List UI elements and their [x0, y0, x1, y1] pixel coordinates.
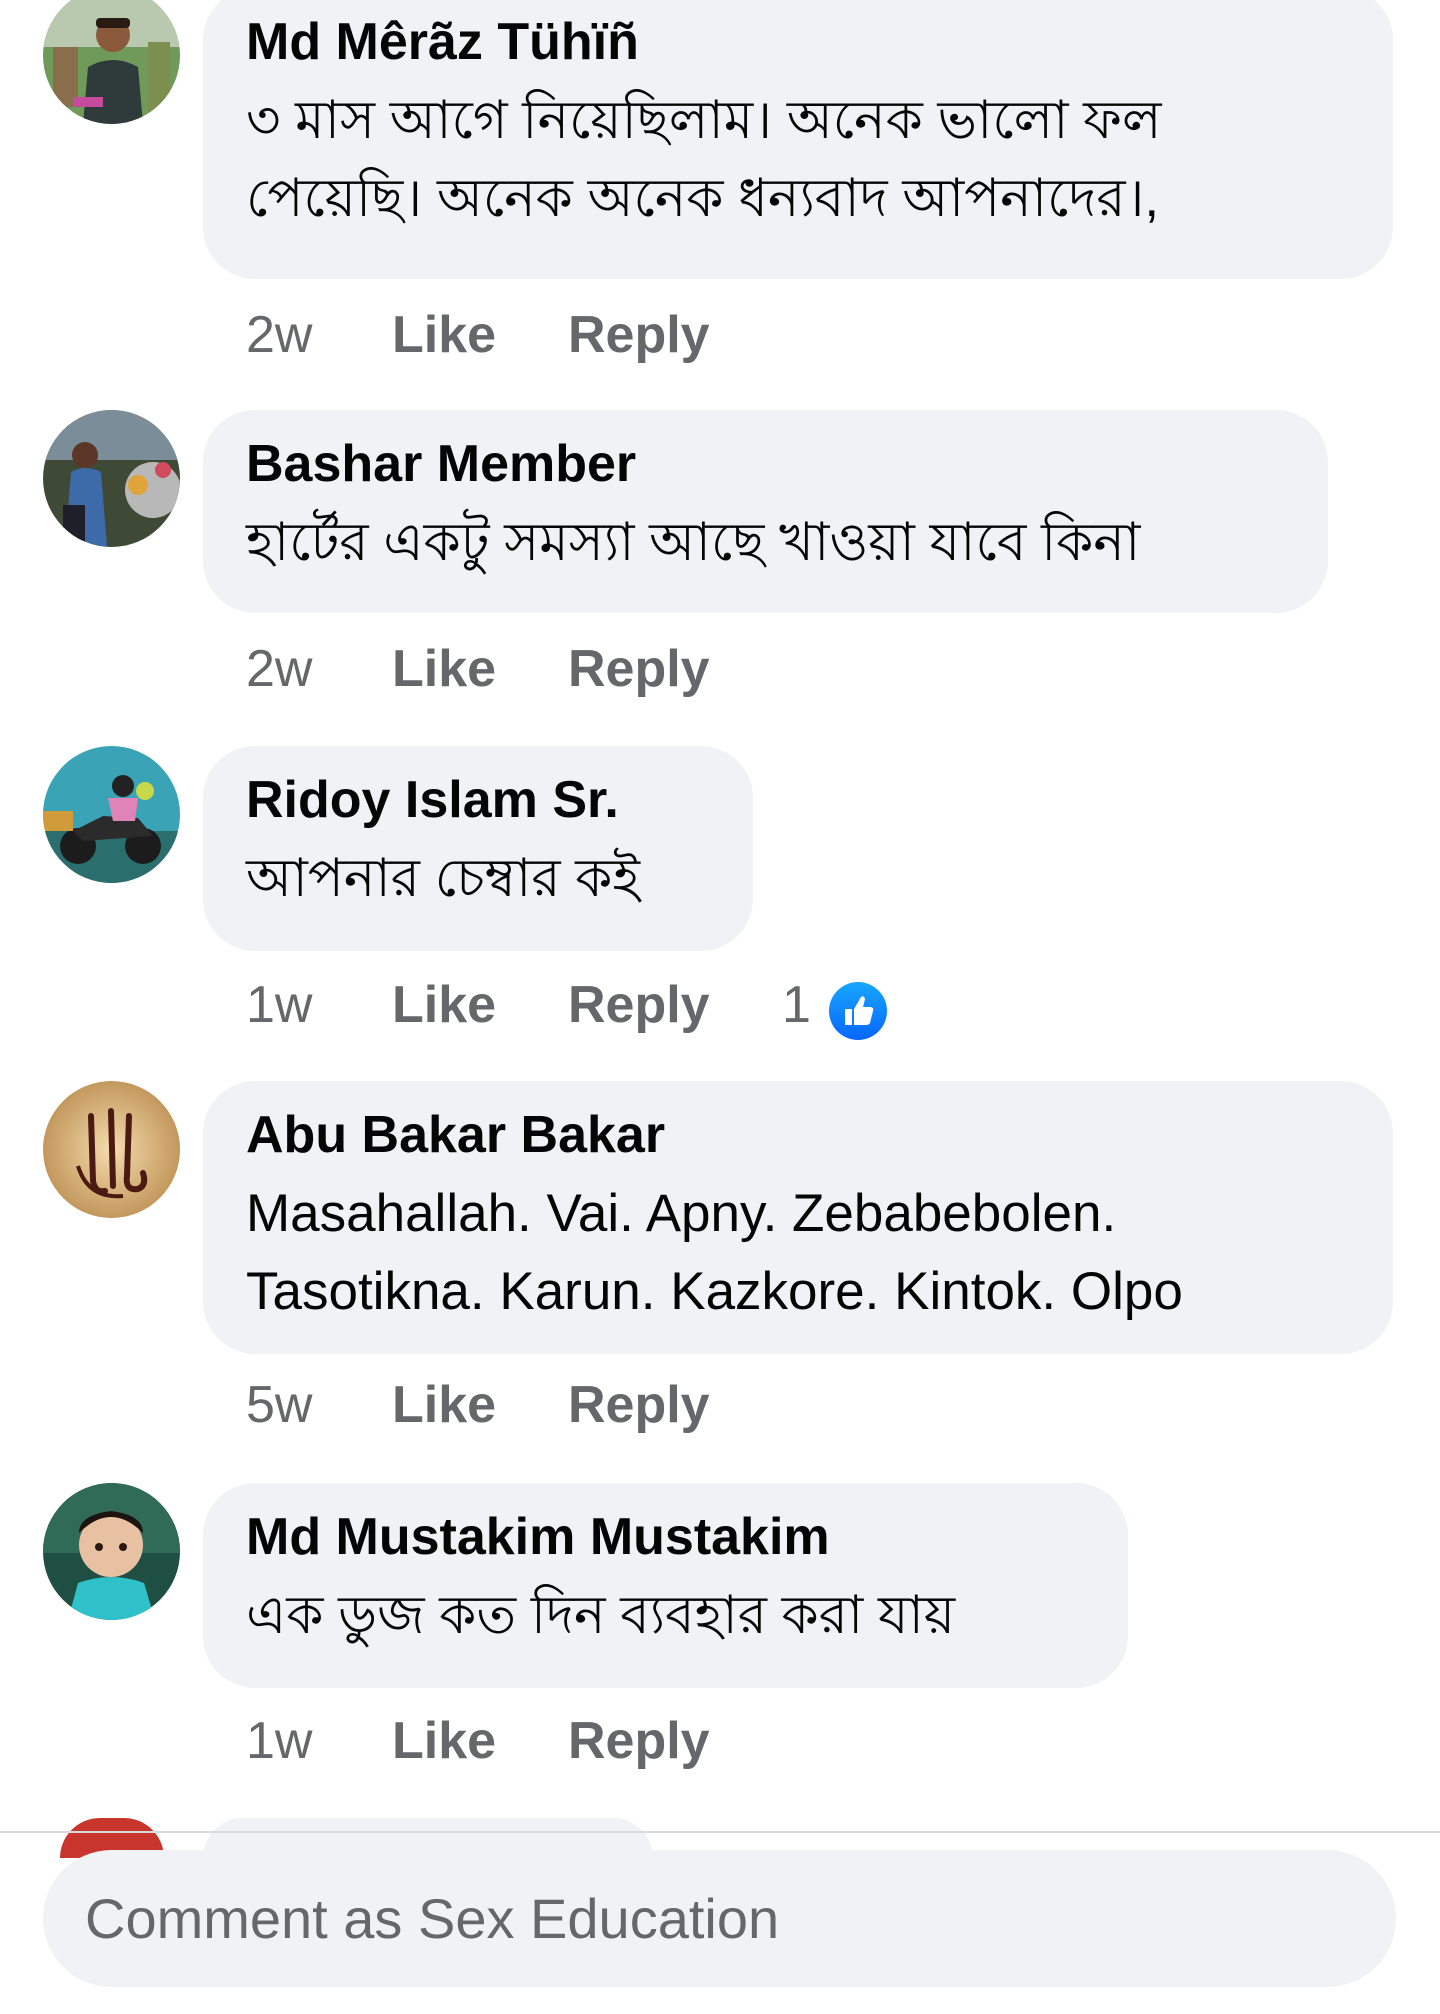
child-photo-icon: [43, 1483, 180, 1620]
like-button[interactable]: Like: [392, 300, 496, 370]
comment-timestamp[interactable]: 2w: [246, 634, 312, 704]
comment-timestamp[interactable]: 2w: [246, 300, 312, 370]
like-button[interactable]: Like: [392, 1370, 496, 1440]
avatar[interactable]: [43, 746, 180, 883]
comment-bubble[interactable]: Md Mêrãz Tühïñ ৩ মাস আগে নিয়েছিলাম। অনে…: [203, 0, 1393, 279]
comment-timestamp[interactable]: 5w: [246, 1370, 312, 1440]
comment-input-placeholder: Comment as Sex Education: [85, 1887, 780, 1950]
composer-divider: [0, 1831, 1440, 1833]
comment-author[interactable]: Bashar Member: [246, 424, 1284, 504]
person-photo-icon: [43, 0, 180, 124]
calligraphy-emblem-icon: [43, 1081, 180, 1218]
comment-author[interactable]: Md Mustakim Mustakim: [246, 1497, 1084, 1577]
comment-bubble[interactable]: Ridoy Islam Sr. আপনার চেম্বার কই: [203, 746, 753, 951]
comment-author[interactable]: Abu Bakar Bakar: [246, 1095, 1349, 1175]
person-photo-icon: [43, 410, 180, 547]
comment-input[interactable]: Comment as Sex Education: [43, 1850, 1396, 1987]
comment-text: Masahallah. Vai. Apny. Zebabebolen. Taso…: [246, 1184, 1183, 1321]
comment-text: এক ডুজ কত দিন ব্যবহার করা যায়: [246, 1586, 956, 1645]
like-button[interactable]: Like: [392, 1706, 496, 1776]
comment-author[interactable]: Ridoy Islam Sr.: [246, 760, 709, 840]
avatar[interactable]: [43, 1081, 180, 1218]
comment-text: আপনার চেম্বার কই: [246, 849, 640, 908]
thumbs-up-icon[interactable]: [829, 982, 887, 1040]
comment-bubble[interactable]: Md Mustakim Mustakim এক ডুজ কত দিন ব্যবহ…: [203, 1483, 1128, 1688]
comment-text: হার্টের একটু সমস্যা আছে খাওয়া যাবে কিনা: [246, 513, 1141, 572]
reaction-count[interactable]: 1: [782, 970, 811, 1040]
avatar[interactable]: [43, 0, 180, 124]
comment-timestamp[interactable]: 1w: [246, 1706, 312, 1776]
like-button[interactable]: Like: [392, 634, 496, 704]
comment-bubble[interactable]: Abu Bakar Bakar Masahallah. Vai. Apny. Z…: [203, 1081, 1393, 1354]
avatar[interactable]: [43, 410, 180, 547]
comment-bubble[interactable]: Bashar Member হার্টের একটু সমস্যা আছে খা…: [203, 410, 1328, 613]
reply-button[interactable]: Reply: [568, 970, 710, 1040]
like-button[interactable]: Like: [392, 970, 496, 1040]
comment-timestamp[interactable]: 1w: [246, 970, 312, 1040]
avatar[interactable]: [43, 1483, 180, 1620]
reply-button[interactable]: Reply: [568, 1706, 710, 1776]
reply-button[interactable]: Reply: [568, 300, 710, 370]
motorbike-photo-icon: [43, 746, 180, 883]
reply-button[interactable]: Reply: [568, 634, 710, 704]
comment-text: ৩ মাস আগে নিয়েছিলাম। অনেক ভালো ফল পেয়ে…: [246, 91, 1162, 228]
comment-author[interactable]: Md Mêrãz Tühïñ: [246, 2, 1349, 82]
reply-button[interactable]: Reply: [568, 1370, 710, 1440]
